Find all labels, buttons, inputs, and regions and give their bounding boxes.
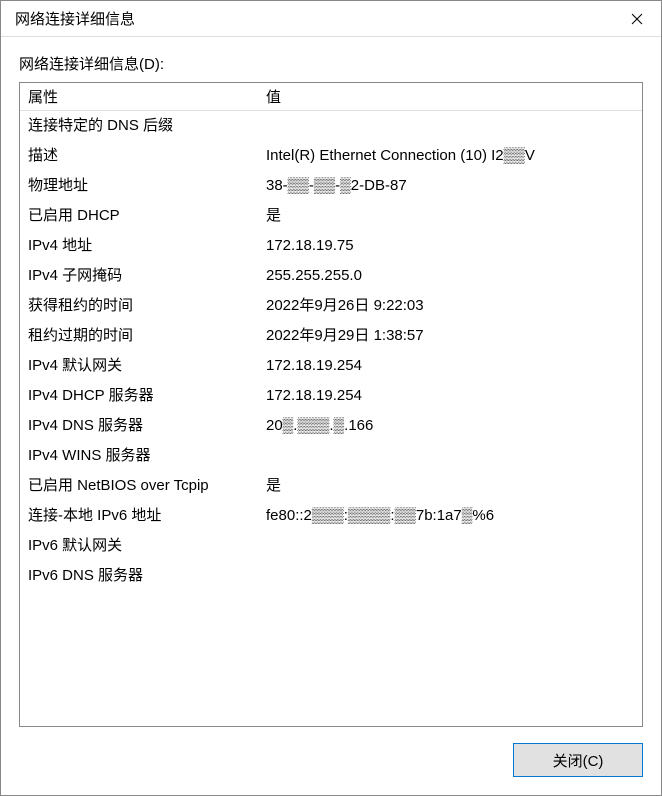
table-row[interactable]: IPv4 子网掩码255.255.255.0	[20, 261, 642, 291]
table-row[interactable]: 获得租约的时间2022年9月26日 9:22:03	[20, 291, 642, 321]
table-row[interactable]: IPv4 地址172.18.19.75	[20, 231, 642, 261]
window-title: 网络连接详细信息	[15, 8, 135, 29]
value-cell: 是	[266, 203, 642, 229]
value-cell	[266, 563, 642, 589]
table-row[interactable]: 已启用 DHCP是	[20, 201, 642, 231]
value-cell	[266, 533, 642, 559]
table-row[interactable]: 物理地址38-▒▒-▒▒-▒2-DB-87	[20, 171, 642, 201]
property-cell: IPv4 WINS 服务器	[20, 443, 266, 469]
value-cell	[266, 113, 642, 139]
value-cell: 172.18.19.254	[266, 383, 642, 409]
close-icon	[631, 13, 643, 25]
table-row[interactable]: IPv4 WINS 服务器	[20, 441, 642, 471]
property-cell: IPv4 DHCP 服务器	[20, 383, 266, 409]
table-row[interactable]: 已启用 NetBIOS over Tcpip是	[20, 471, 642, 501]
value-cell: 2022年9月29日 1:38:57	[266, 323, 642, 349]
property-cell: 租约过期的时间	[20, 323, 266, 349]
table-row[interactable]: 租约过期的时间2022年9月29日 1:38:57	[20, 321, 642, 351]
property-cell: 连接-本地 IPv6 地址	[20, 503, 266, 529]
table-row[interactable]: IPv4 默认网关172.18.19.254	[20, 351, 642, 381]
window-close-button[interactable]	[613, 1, 661, 37]
button-row: 关闭(C)	[19, 727, 643, 777]
property-cell: 获得租约的时间	[20, 293, 266, 319]
property-cell: 描述	[20, 143, 266, 169]
property-cell: IPv6 DNS 服务器	[20, 563, 266, 589]
value-cell: 255.255.255.0	[266, 263, 642, 289]
value-cell: fe80::2▒▒▒:▒▒▒▒:▒▒7b:1a7▒%6	[266, 503, 642, 529]
property-cell: 已启用 NetBIOS over Tcpip	[20, 473, 266, 499]
value-cell	[266, 443, 642, 469]
value-cell: 38-▒▒-▒▒-▒2-DB-87	[266, 173, 642, 199]
property-cell: 连接特定的 DNS 后缀	[20, 113, 266, 139]
section-label: 网络连接详细信息(D):	[19, 53, 643, 74]
value-cell: 172.18.19.75	[266, 233, 642, 259]
value-cell: 172.18.19.254	[266, 353, 642, 379]
close-button[interactable]: 关闭(C)	[513, 743, 643, 777]
property-cell: IPv4 子网掩码	[20, 263, 266, 289]
property-cell: 物理地址	[20, 173, 266, 199]
property-cell: IPv6 默认网关	[20, 533, 266, 559]
dialog-window: 网络连接详细信息 网络连接详细信息(D): 属性 值 连接特定的 DNS 后缀描…	[0, 0, 662, 796]
titlebar: 网络连接详细信息	[1, 1, 661, 37]
property-cell: IPv4 DNS 服务器	[20, 413, 266, 439]
details-table: 属性 值 连接特定的 DNS 后缀描述Intel(R) Ethernet Con…	[20, 83, 642, 591]
value-cell: Intel(R) Ethernet Connection (10) I2▒▒V	[266, 143, 642, 169]
table-header: 属性 值	[20, 83, 642, 111]
details-listview[interactable]: 属性 值 连接特定的 DNS 后缀描述Intel(R) Ethernet Con…	[19, 82, 643, 727]
table-row[interactable]: IPv4 DNS 服务器20▒.▒▒▒.▒.166	[20, 411, 642, 441]
table-row[interactable]: 描述Intel(R) Ethernet Connection (10) I2▒▒…	[20, 141, 642, 171]
value-cell: 2022年9月26日 9:22:03	[266, 293, 642, 319]
property-cell: IPv4 默认网关	[20, 353, 266, 379]
table-row[interactable]: IPv6 DNS 服务器	[20, 561, 642, 591]
property-cell: IPv4 地址	[20, 233, 266, 259]
header-value[interactable]: 值	[266, 86, 642, 107]
table-row[interactable]: 连接特定的 DNS 后缀	[20, 111, 642, 141]
table-row[interactable]: IPv4 DHCP 服务器172.18.19.254	[20, 381, 642, 411]
content-area: 网络连接详细信息(D): 属性 值 连接特定的 DNS 后缀描述Intel(R)…	[1, 37, 661, 795]
value-cell: 是	[266, 473, 642, 499]
table-row[interactable]: 连接-本地 IPv6 地址fe80::2▒▒▒:▒▒▒▒:▒▒7b:1a7▒%6	[20, 501, 642, 531]
property-cell: 已启用 DHCP	[20, 203, 266, 229]
header-property[interactable]: 属性	[20, 86, 266, 107]
table-row[interactable]: IPv6 默认网关	[20, 531, 642, 561]
value-cell: 20▒.▒▒▒.▒.166	[266, 413, 642, 439]
